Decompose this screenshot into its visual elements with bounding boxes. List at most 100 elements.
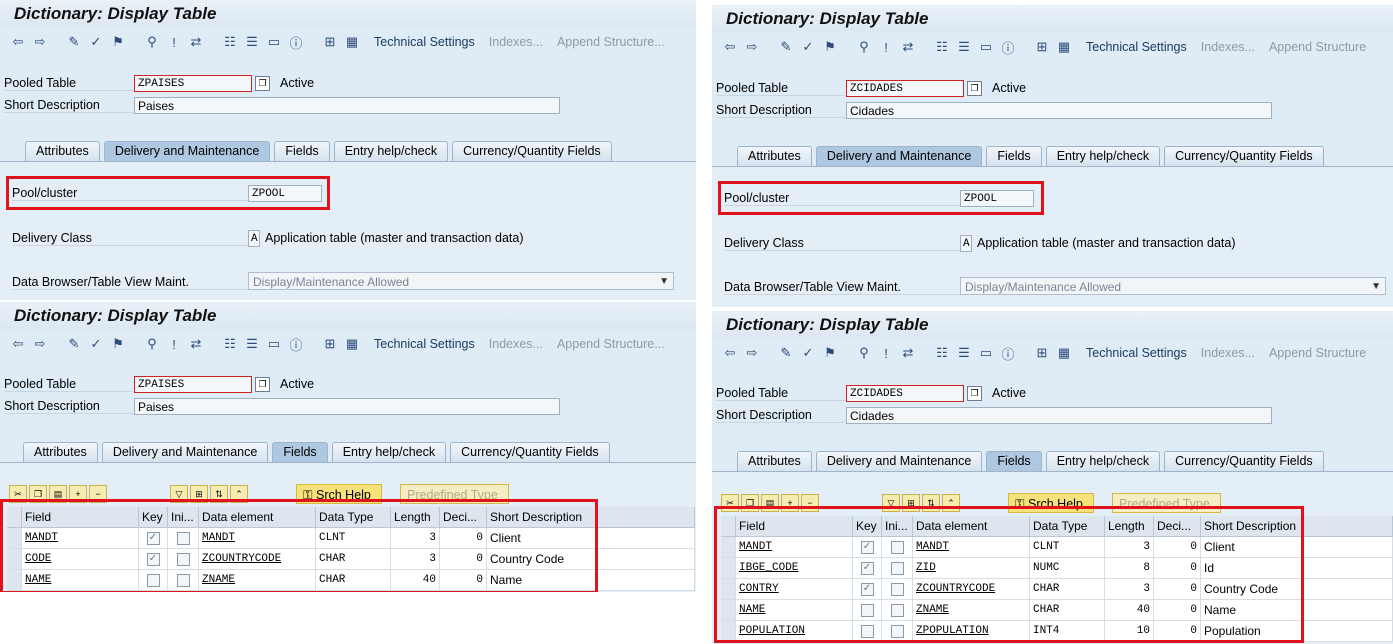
tab-entry-help[interactable]: Entry help/check <box>331 442 447 462</box>
append-structure-button[interactable]: Append Structure <box>1269 40 1366 54</box>
frame-icon[interactable]: ▭ <box>266 34 282 50</box>
structure-icon[interactable]: ⊞ <box>322 34 338 50</box>
stack-icon[interactable]: ☰ <box>244 34 260 50</box>
short-desc-field[interactable]: Paises <box>134 397 560 415</box>
activate-icon[interactable]: ⚑ <box>822 345 838 361</box>
activate-icon[interactable]: ⚑ <box>110 336 126 352</box>
structure-icon[interactable]: ⊞ <box>1034 39 1050 55</box>
indexes-button[interactable]: Indexes... <box>1201 40 1255 54</box>
info-marker-icon[interactable]: ! <box>166 34 182 50</box>
technical-settings-button[interactable]: Technical Settings <box>374 35 475 49</box>
hierarchy-icon[interactable]: ☷ <box>934 345 950 361</box>
info-icon[interactable]: ⓘ <box>1000 345 1016 362</box>
tab-delivery-maintenance[interactable]: Delivery and Maintenance <box>815 146 983 166</box>
forward-arrow-icon[interactable]: ⇨ <box>32 34 48 50</box>
delivery-class-field[interactable]: A <box>248 229 260 247</box>
technical-settings-button[interactable]: Technical Settings <box>1086 40 1187 54</box>
activate-icon[interactable]: ⚑ <box>110 34 126 50</box>
info-marker-icon[interactable]: ! <box>878 39 894 55</box>
back-arrow-icon[interactable]: ⇦ <box>722 345 738 361</box>
where-used-icon[interactable]: ⚲ <box>144 336 160 352</box>
copy-icon[interactable]: ❐ <box>967 80 982 96</box>
check-icon[interactable]: ✓ <box>800 39 816 55</box>
contents-icon[interactable]: ▦ <box>344 34 360 50</box>
navigate-icon[interactable]: ⇄ <box>188 34 204 50</box>
short-desc-field[interactable]: Cidades <box>846 406 1272 424</box>
check-icon[interactable]: ✓ <box>88 336 104 352</box>
tab-currency-quantity[interactable]: Currency/Quantity Fields <box>1164 451 1324 471</box>
tab-fields[interactable]: Fields <box>272 442 328 462</box>
indexes-button[interactable]: Indexes... <box>489 35 543 49</box>
delivery-class-field[interactable]: A <box>960 234 972 252</box>
indexes-button[interactable]: Indexes... <box>489 337 543 351</box>
back-arrow-icon[interactable]: ⇦ <box>10 34 26 50</box>
tab-delivery-maintenance[interactable]: Delivery and Maintenance <box>815 451 983 471</box>
where-used-icon[interactable]: ⚲ <box>144 34 160 50</box>
where-used-icon[interactable]: ⚲ <box>856 345 872 361</box>
short-desc-field[interactable]: Cidades <box>846 101 1272 119</box>
tab-fields[interactable]: Fields <box>986 146 1042 166</box>
table-name-field[interactable]: ZPAISES <box>134 375 252 393</box>
info-icon[interactable]: ⓘ <box>288 336 304 353</box>
back-arrow-icon[interactable]: ⇦ <box>722 39 738 55</box>
navigate-icon[interactable]: ⇄ <box>900 39 916 55</box>
append-structure-button[interactable]: Append Structure... <box>557 35 665 49</box>
frame-icon[interactable]: ▭ <box>266 336 282 352</box>
info-icon[interactable]: ⓘ <box>288 34 304 51</box>
structure-icon[interactable]: ⊞ <box>322 336 338 352</box>
where-used-icon[interactable]: ⚲ <box>856 39 872 55</box>
technical-settings-button[interactable]: Technical Settings <box>374 337 475 351</box>
tab-delivery-maintenance[interactable]: Delivery and Maintenance <box>103 141 271 161</box>
technical-settings-button[interactable]: Technical Settings <box>1086 346 1187 360</box>
frame-icon[interactable]: ▭ <box>978 345 994 361</box>
navigate-icon[interactable]: ⇄ <box>900 345 916 361</box>
info-marker-icon[interactable]: ! <box>166 336 182 352</box>
back-arrow-icon[interactable]: ⇦ <box>10 336 26 352</box>
stack-icon[interactable]: ☰ <box>956 345 972 361</box>
forward-arrow-icon[interactable]: ⇨ <box>744 345 760 361</box>
navigate-icon[interactable]: ⇄ <box>188 336 204 352</box>
tab-fields[interactable]: Fields <box>986 451 1042 471</box>
check-icon[interactable]: ✓ <box>88 34 104 50</box>
table-name-field[interactable]: ZCIDADES <box>846 79 964 97</box>
structure-icon[interactable]: ⊞ <box>1034 345 1050 361</box>
info-marker-icon[interactable]: ! <box>878 345 894 361</box>
display-change-icon[interactable]: ✎ <box>778 345 794 361</box>
stack-icon[interactable]: ☰ <box>244 336 260 352</box>
hierarchy-icon[interactable]: ☷ <box>222 336 238 352</box>
contents-icon[interactable]: ▦ <box>1056 39 1072 55</box>
forward-arrow-icon[interactable]: ⇨ <box>744 39 760 55</box>
tab-currency-quantity[interactable]: Currency/Quantity Fields <box>452 141 612 161</box>
hierarchy-icon[interactable]: ☷ <box>222 34 238 50</box>
contents-icon[interactable]: ▦ <box>344 336 360 352</box>
check-icon[interactable]: ✓ <box>800 345 816 361</box>
table-name-field[interactable]: ZCIDADES <box>846 384 964 402</box>
copy-icon[interactable]: ❐ <box>255 75 270 91</box>
data-browser-dropdown[interactable]: Display/Maintenance Allowed ▼ <box>960 277 1386 295</box>
display-change-icon[interactable]: ✎ <box>778 39 794 55</box>
tab-fields[interactable]: Fields <box>274 141 330 161</box>
tab-attributes[interactable]: Attributes <box>25 141 100 161</box>
append-structure-button[interactable]: Append Structure... <box>557 337 665 351</box>
tab-attributes[interactable]: Attributes <box>737 451 812 471</box>
short-desc-field[interactable]: Paises <box>134 96 560 114</box>
tab-currency-quantity[interactable]: Currency/Quantity Fields <box>1164 146 1324 166</box>
indexes-button[interactable]: Indexes... <box>1201 346 1255 360</box>
contents-icon[interactable]: ▦ <box>1056 345 1072 361</box>
tab-currency-quantity[interactable]: Currency/Quantity Fields <box>450 442 610 462</box>
activate-icon[interactable]: ⚑ <box>822 39 838 55</box>
copy-icon[interactable]: ❐ <box>255 376 270 392</box>
tab-attributes[interactable]: Attributes <box>737 146 812 166</box>
tab-entry-help[interactable]: Entry help/check <box>1045 146 1161 166</box>
info-icon[interactable]: ⓘ <box>1000 39 1016 56</box>
forward-arrow-icon[interactable]: ⇨ <box>32 336 48 352</box>
table-name-field[interactable]: ZPAISES <box>134 74 252 92</box>
tab-delivery-maintenance[interactable]: Delivery and Maintenance <box>101 442 269 462</box>
frame-icon[interactable]: ▭ <box>978 39 994 55</box>
tab-attributes[interactable]: Attributes <box>23 442 98 462</box>
hierarchy-icon[interactable]: ☷ <box>934 39 950 55</box>
data-browser-dropdown[interactable]: Display/Maintenance Allowed ▼ <box>248 272 674 290</box>
tab-entry-help[interactable]: Entry help/check <box>1045 451 1161 471</box>
stack-icon[interactable]: ☰ <box>956 39 972 55</box>
append-structure-button[interactable]: Append Structure <box>1269 346 1366 360</box>
